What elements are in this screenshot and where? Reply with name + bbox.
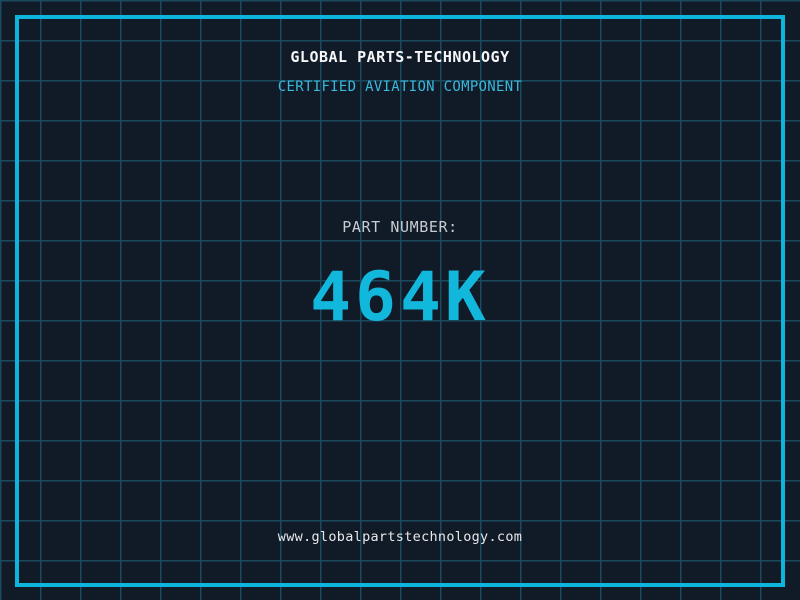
part-number-label: PART NUMBER: xyxy=(342,218,458,236)
website-url: www.globalpartstechnology.com xyxy=(277,529,523,545)
certification-subtitle: CERTIFIED AVIATION COMPONENT xyxy=(277,79,523,95)
blueprint-panel: GLOBAL PARTS-TECHNOLOGY CERTIFIED AVIATI… xyxy=(0,0,800,600)
company-title: GLOBAL PARTS-TECHNOLOGY xyxy=(290,48,510,66)
part-number-value: 464K xyxy=(310,258,490,337)
